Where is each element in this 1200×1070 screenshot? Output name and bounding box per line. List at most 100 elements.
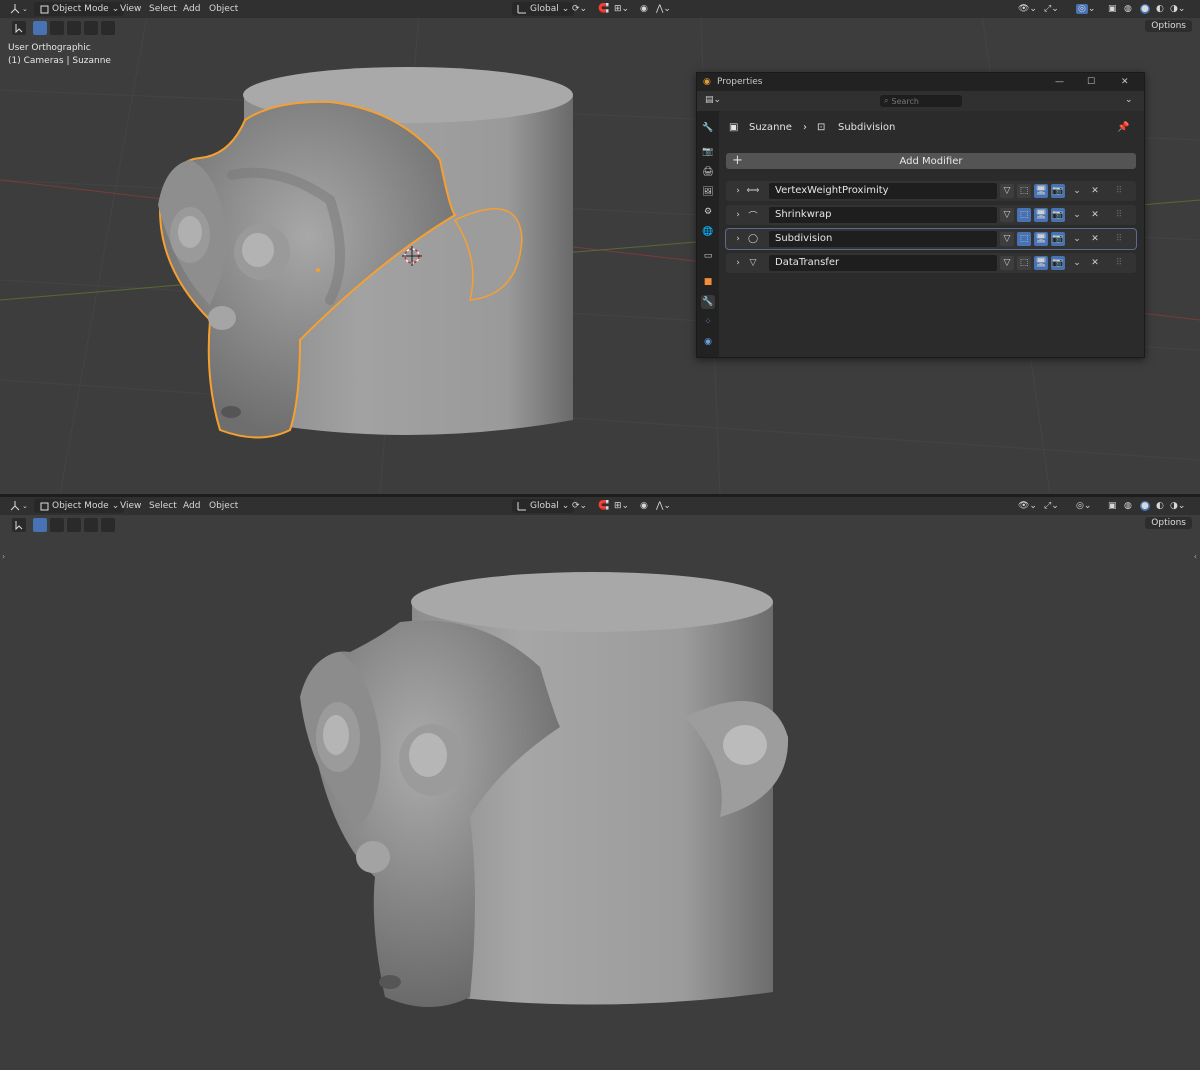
sidebar-toggle-icon[interactable]: ›: [2, 552, 5, 561]
select-extend-icon[interactable]: [50, 21, 64, 35]
menu-add[interactable]: Add: [183, 2, 200, 16]
proportional-edit-icon[interactable]: ◉: [640, 499, 648, 513]
select-new-icon[interactable]: [33, 21, 47, 35]
snap-target-icon[interactable]: ⊞⌄: [614, 2, 629, 16]
pivot-icon[interactable]: ⟳⌄: [572, 499, 587, 513]
output-tab-icon[interactable]: 🖨: [701, 165, 715, 179]
shading-rendered-icon[interactable]: ◑⌄: [1170, 499, 1185, 513]
dropdown-chevron-icon[interactable]: ⌄: [1070, 232, 1084, 246]
object-tab-icon[interactable]: ■: [701, 275, 715, 289]
shading-solid-icon[interactable]: ●: [1140, 499, 1150, 513]
on-cage-icon[interactable]: ▽: [1000, 232, 1014, 246]
modifier-name-field[interactable]: Subdivision: [769, 231, 997, 247]
snap-target-icon[interactable]: ⊞⌄: [614, 499, 629, 513]
edit-mode-icon[interactable]: ⬚: [1017, 232, 1031, 246]
select-invert-icon[interactable]: [84, 518, 98, 532]
expand-chevron-icon[interactable]: ›: [731, 232, 745, 246]
remove-modifier-icon[interactable]: ✕: [1088, 184, 1102, 198]
viewport-top[interactable]: ⌄ Object Mode ⌄ View Select Add Object Gl…: [0, 0, 1200, 494]
modifier-row[interactable]: › ▽ DataTransfer ▽ ⬚ 🖥 📷 ⌄ ✕ ⠿: [726, 253, 1136, 273]
orientation-dropdown[interactable]: Global ⌄: [512, 2, 575, 16]
chevron-down-icon[interactable]: ⌄: [1125, 95, 1133, 105]
drag-handle-icon[interactable]: ⠿: [1112, 208, 1126, 222]
pivot-icon[interactable]: ⟳⌄: [572, 2, 587, 16]
gizmo-icon[interactable]: ⤢⌄: [1044, 499, 1059, 513]
proportional-edit-icon[interactable]: ◉: [640, 2, 648, 16]
menu-view[interactable]: View: [120, 499, 141, 513]
snap-icon[interactable]: 🧲: [598, 499, 609, 513]
editor-type-icon[interactable]: ▤⌄: [705, 95, 721, 105]
select-subtract-icon[interactable]: [67, 21, 81, 35]
mode-dropdown[interactable]: Object Mode ⌄: [34, 2, 125, 16]
on-cage-icon[interactable]: ▽: [1000, 184, 1014, 198]
menu-select[interactable]: Select: [149, 2, 177, 16]
edit-mode-icon[interactable]: ⬚: [1017, 208, 1031, 222]
drag-handle-icon[interactable]: ⠿: [1112, 256, 1126, 270]
modifier-name-field[interactable]: DataTransfer: [769, 255, 997, 271]
options-dropdown[interactable]: Options: [1145, 517, 1192, 529]
xray-icon[interactable]: ▣: [1108, 499, 1117, 513]
collection-tab-icon[interactable]: ▭: [701, 249, 715, 263]
render-icon[interactable]: 📷: [1051, 184, 1065, 198]
options-dropdown[interactable]: Options: [1145, 20, 1192, 32]
shading-wireframe-icon[interactable]: ◍: [1124, 499, 1132, 513]
shading-wireframe-icon[interactable]: ◍: [1124, 2, 1132, 16]
n-panel-toggle-icon[interactable]: ‹: [1194, 552, 1197, 561]
select-tool-icon[interactable]: [12, 518, 26, 532]
snap-icon[interactable]: 🧲: [598, 2, 609, 16]
shading-solid-icon[interactable]: ●: [1140, 2, 1150, 16]
shading-material-icon[interactable]: ◐: [1156, 2, 1164, 16]
visibility-icon[interactable]: 👁⌄: [1018, 499, 1037, 513]
remove-modifier-icon[interactable]: ✕: [1088, 232, 1102, 246]
modifier-row[interactable]: › ⌒ Shrinkwrap ▽ ⬚ 🖥 📷 ⌄ ✕ ⠿: [726, 205, 1136, 225]
viewport-bottom[interactable]: ⌄ Object Mode ⌄ View Select Add Object Gl…: [0, 497, 1200, 1070]
on-cage-icon[interactable]: ▽: [1000, 208, 1014, 222]
particles-tab-icon[interactable]: ⁘: [701, 315, 715, 329]
menu-object[interactable]: Object: [209, 2, 238, 16]
tool-tab-icon[interactable]: 🔧: [701, 121, 715, 135]
select-intersect-icon[interactable]: [101, 518, 115, 532]
select-subtract-icon[interactable]: [67, 518, 81, 532]
drag-handle-icon[interactable]: ⠿: [1112, 232, 1126, 246]
maximize-icon[interactable]: ☐: [1087, 77, 1095, 87]
editor-type-button[interactable]: ⌄: [8, 2, 28, 16]
select-extend-icon[interactable]: [50, 518, 64, 532]
modifier-name-field[interactable]: VertexWeightProximity: [769, 183, 997, 199]
on-cage-icon[interactable]: ▽: [1000, 256, 1014, 270]
search-input[interactable]: ⌕ Search: [880, 95, 962, 107]
shading-material-icon[interactable]: ◐: [1156, 499, 1164, 513]
expand-chevron-icon[interactable]: ›: [731, 208, 745, 222]
modifier-name-field[interactable]: Shrinkwrap: [769, 207, 997, 223]
falloff-icon[interactable]: ⋀⌄: [656, 499, 671, 513]
orientation-dropdown[interactable]: Global ⌄: [512, 499, 575, 513]
expand-chevron-icon[interactable]: ›: [731, 256, 745, 270]
add-modifier-button[interactable]: + Add Modifier: [726, 153, 1136, 169]
realtime-icon[interactable]: 🖥: [1034, 184, 1048, 198]
modifier-row[interactable]: › ⟺ VertexWeightProximity ▽ ⬚ 🖥 📷 ⌄ ✕ ⠿: [726, 181, 1136, 201]
dropdown-chevron-icon[interactable]: ⌄: [1070, 256, 1084, 270]
edit-mode-icon[interactable]: ⬚: [1017, 256, 1031, 270]
visibility-icon[interactable]: 👁⌄: [1018, 2, 1037, 16]
expand-chevron-icon[interactable]: ›: [731, 184, 745, 198]
properties-titlebar[interactable]: ◉ Properties — ☐ ✕: [697, 73, 1144, 91]
select-intersect-icon[interactable]: [101, 21, 115, 35]
remove-modifier-icon[interactable]: ✕: [1088, 208, 1102, 222]
close-icon[interactable]: ✕: [1121, 77, 1129, 87]
drag-handle-icon[interactable]: ⠿: [1112, 184, 1126, 198]
overlay-icon[interactable]: ◎⌄: [1076, 2, 1095, 16]
editor-type-button[interactable]: ⌄: [8, 499, 28, 513]
view-layer-tab-icon[interactable]: 🖼: [701, 185, 715, 199]
dropdown-chevron-icon[interactable]: ⌄: [1070, 184, 1084, 198]
shading-rendered-icon[interactable]: ◑⌄: [1170, 2, 1185, 16]
modifier-row-active[interactable]: › ◯ Subdivision ▽ ⬚ 🖥 📷 ⌄ ✕ ⠿: [726, 229, 1136, 249]
realtime-icon[interactable]: 🖥: [1034, 256, 1048, 270]
select-new-icon[interactable]: [33, 518, 47, 532]
render-icon[interactable]: 📷: [1051, 208, 1065, 222]
gizmo-icon[interactable]: ⤢⌄: [1044, 2, 1059, 16]
render-icon[interactable]: 📷: [1051, 232, 1065, 246]
dropdown-chevron-icon[interactable]: ⌄: [1070, 208, 1084, 222]
falloff-icon[interactable]: ⋀⌄: [656, 2, 671, 16]
remove-modifier-icon[interactable]: ✕: [1088, 256, 1102, 270]
realtime-icon[interactable]: 🖥: [1034, 232, 1048, 246]
scene-tab-icon[interactable]: ⚙: [701, 205, 715, 219]
